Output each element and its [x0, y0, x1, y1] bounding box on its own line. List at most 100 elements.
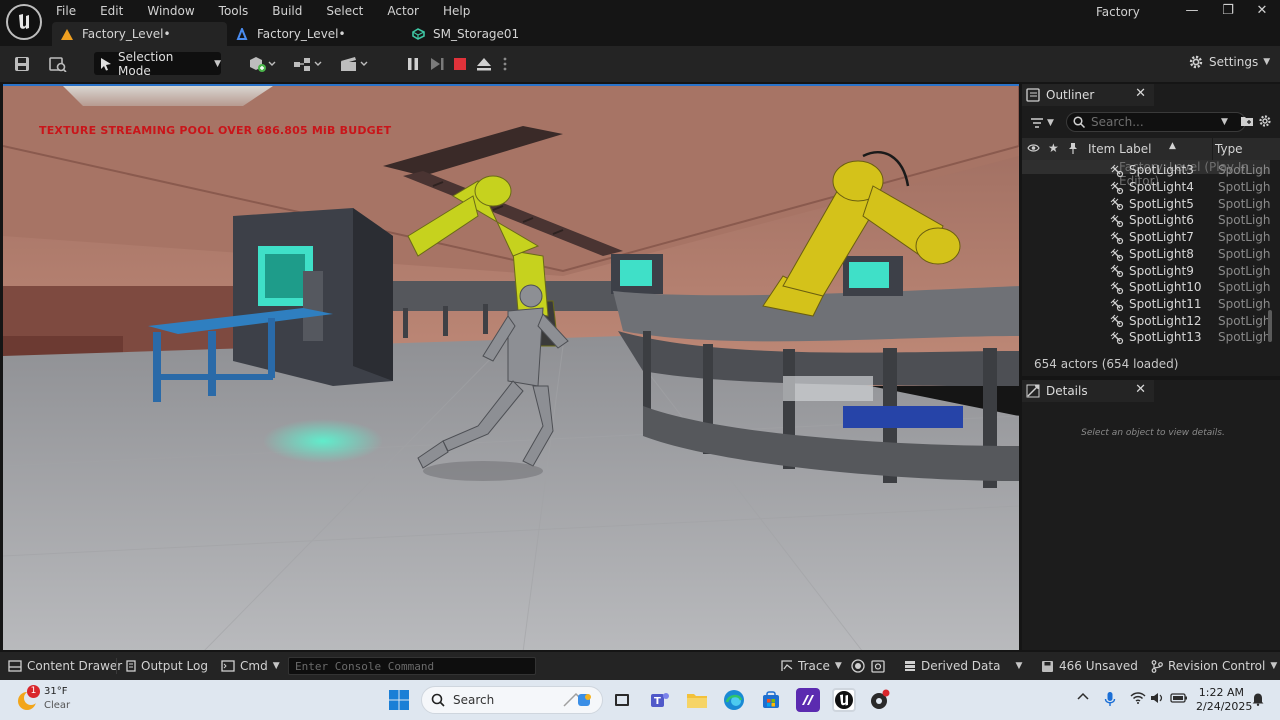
- task-view-icon[interactable]: [610, 688, 634, 712]
- record-icon[interactable]: [851, 659, 865, 673]
- outliner-row[interactable]: SpotLight10 SpotLigh: [1022, 279, 1270, 296]
- browse-level-icon[interactable]: [48, 54, 68, 74]
- taskbar-search-label: Search: [453, 693, 495, 707]
- outliner-row[interactable]: SpotLight11 SpotLigh: [1022, 296, 1270, 313]
- outliner-row[interactable]: SpotLight4 SpotLigh: [1022, 179, 1270, 196]
- microsoft-store-icon[interactable]: [759, 688, 783, 712]
- outliner-row-label: SpotLight7: [1129, 230, 1194, 245]
- pin-icon[interactable]: [1068, 142, 1078, 154]
- unreal-engine-taskbar-icon[interactable]: [832, 688, 856, 712]
- menu-tools[interactable]: Tools: [213, 2, 255, 20]
- snapshot-icon[interactable]: [871, 659, 885, 673]
- svg-text:T: T: [654, 696, 661, 707]
- selection-mode-dropdown[interactable]: Selection Mode ▼: [94, 49, 221, 78]
- tab-factory-level[interactable]: Factory_Level•: [52, 22, 227, 46]
- notifications-bell-icon[interactable]: [1251, 692, 1265, 706]
- wifi-icon[interactable]: [1130, 692, 1146, 704]
- menu-build[interactable]: Build: [266, 2, 308, 20]
- close-icon[interactable]: ✕: [1135, 86, 1146, 101]
- weather-description: Clear: [44, 700, 71, 711]
- revision-control-dropdown[interactable]: Revision Control ▼: [1151, 659, 1277, 673]
- tab-factory-level-blueprint[interactable]: Factory_Level•: [227, 22, 403, 46]
- outliner-search[interactable]: ▼: [1066, 112, 1246, 132]
- outliner-row[interactable]: SpotLight6 SpotLigh: [1022, 212, 1270, 229]
- windows-start-icon[interactable]: [388, 689, 410, 711]
- tab-sm-storage01[interactable]: SM_Storage01: [403, 22, 529, 46]
- outliner-row-label: SpotLight8: [1129, 246, 1194, 261]
- menu-file[interactable]: File: [50, 2, 82, 20]
- restore-button[interactable]: ❐: [1218, 2, 1238, 20]
- menu-edit[interactable]: Edit: [94, 2, 129, 20]
- spotlight-icon: [1110, 214, 1124, 228]
- outliner-row[interactable]: SpotLight5 SpotLigh: [1022, 195, 1270, 212]
- pause-icon[interactable]: [403, 54, 423, 74]
- details-tab[interactable]: Details ✕: [1022, 380, 1154, 402]
- outliner-row[interactable]: SpotLight13 SpotLigh: [1022, 329, 1270, 346]
- edge-browser-icon[interactable]: [722, 688, 746, 712]
- tray-overflow-chevron-icon[interactable]: [1077, 692, 1089, 700]
- media-player-icon[interactable]: [868, 688, 892, 712]
- outliner-row[interactable]: SpotLight12 SpotLigh: [1022, 312, 1270, 329]
- details-title: Details: [1046, 384, 1088, 398]
- clock-date: 2/24/2025: [1196, 700, 1253, 713]
- weather-moon-icon: 1: [16, 685, 40, 711]
- drawer-icon: [8, 660, 22, 672]
- outliner-row[interactable]: SpotLight9 SpotLigh: [1022, 262, 1270, 279]
- blueprint-icon[interactable]: [292, 54, 324, 74]
- trace-dropdown[interactable]: Trace ▼: [781, 659, 842, 673]
- settings-button[interactable]: Settings ▼: [1188, 54, 1270, 70]
- battery-icon[interactable]: [1170, 692, 1188, 704]
- close-button[interactable]: ✕: [1252, 2, 1272, 20]
- stop-icon[interactable]: [450, 54, 470, 74]
- frame-skip-icon[interactable]: [427, 54, 447, 74]
- gear-icon[interactable]: [1258, 114, 1272, 128]
- console-command-input[interactable]: [288, 657, 536, 675]
- level-viewport[interactable]: TEXTURE STREAMING POOL OVER 686.805 MiB …: [3, 84, 1019, 650]
- add-actor-icon[interactable]: [247, 54, 277, 74]
- outliner-row-label: SpotLight5: [1129, 196, 1194, 211]
- column-type[interactable]: Type: [1215, 142, 1243, 156]
- menu-help[interactable]: Help: [437, 2, 476, 20]
- outliner-row[interactable]: SpotLight8 SpotLigh: [1022, 246, 1270, 263]
- blueprint-level-icon: [235, 27, 249, 41]
- outliner-row[interactable]: SpotLight3 SpotLigh: [1022, 162, 1270, 179]
- teams-icon[interactable]: T: [648, 688, 672, 712]
- menu-window[interactable]: Window: [141, 2, 200, 20]
- close-icon[interactable]: ✕: [1135, 382, 1146, 397]
- microphone-icon[interactable]: [1104, 691, 1116, 707]
- folder-add-icon[interactable]: [1240, 115, 1254, 127]
- document-tabs: Factory_Level• Factory_Level• SM_Storage…: [52, 22, 529, 46]
- settings-label: Settings: [1209, 55, 1259, 69]
- menu-actor[interactable]: Actor: [381, 2, 425, 20]
- outliner-scrollbar[interactable]: [1268, 310, 1272, 342]
- file-explorer-icon[interactable]: [685, 688, 709, 712]
- outliner-row-type: SpotLigh: [1218, 196, 1270, 211]
- favorite-star-icon[interactable]: ★: [1048, 141, 1059, 155]
- weather-widget[interactable]: 1 31°F Clear: [16, 685, 70, 713]
- cmd-dropdown[interactable]: Cmd ▼: [221, 659, 280, 673]
- cinematics-icon[interactable]: [338, 54, 370, 74]
- minimize-button[interactable]: —: [1182, 2, 1202, 20]
- visibility-eye-icon[interactable]: [1027, 142, 1040, 154]
- volume-icon[interactable]: [1150, 692, 1164, 704]
- more-options-icon[interactable]: [498, 54, 512, 74]
- column-item-label[interactable]: Item Label: [1088, 142, 1152, 156]
- unsaved-button[interactable]: 466 Unsaved: [1041, 659, 1138, 673]
- visual-studio-icon[interactable]: [796, 688, 820, 712]
- menu-select[interactable]: Select: [320, 2, 369, 20]
- save-icon[interactable]: [12, 54, 32, 74]
- output-log-button[interactable]: Output Log: [126, 659, 208, 673]
- search-input[interactable]: [1091, 115, 1215, 129]
- selection-mode-label: Selection Mode: [118, 49, 174, 78]
- taskbar-search-box[interactable]: Search: [421, 686, 603, 714]
- eject-icon[interactable]: [474, 54, 494, 74]
- outliner-row[interactable]: SpotLight7 SpotLigh: [1022, 229, 1270, 246]
- derived-data-dropdown[interactable]: Derived Data ▼: [904, 659, 1022, 673]
- system-clock[interactable]: 1:22 AM 2/24/2025: [1196, 686, 1253, 714]
- content-drawer-button[interactable]: Content Drawer: [8, 659, 122, 673]
- outliner-tab[interactable]: Outliner ✕: [1022, 84, 1154, 106]
- outliner-icon: [1026, 88, 1040, 102]
- unreal-logo-icon[interactable]: [6, 4, 42, 40]
- spotlight-icon: [1110, 281, 1124, 295]
- filter-dropdown[interactable]: ▼: [1030, 114, 1060, 132]
